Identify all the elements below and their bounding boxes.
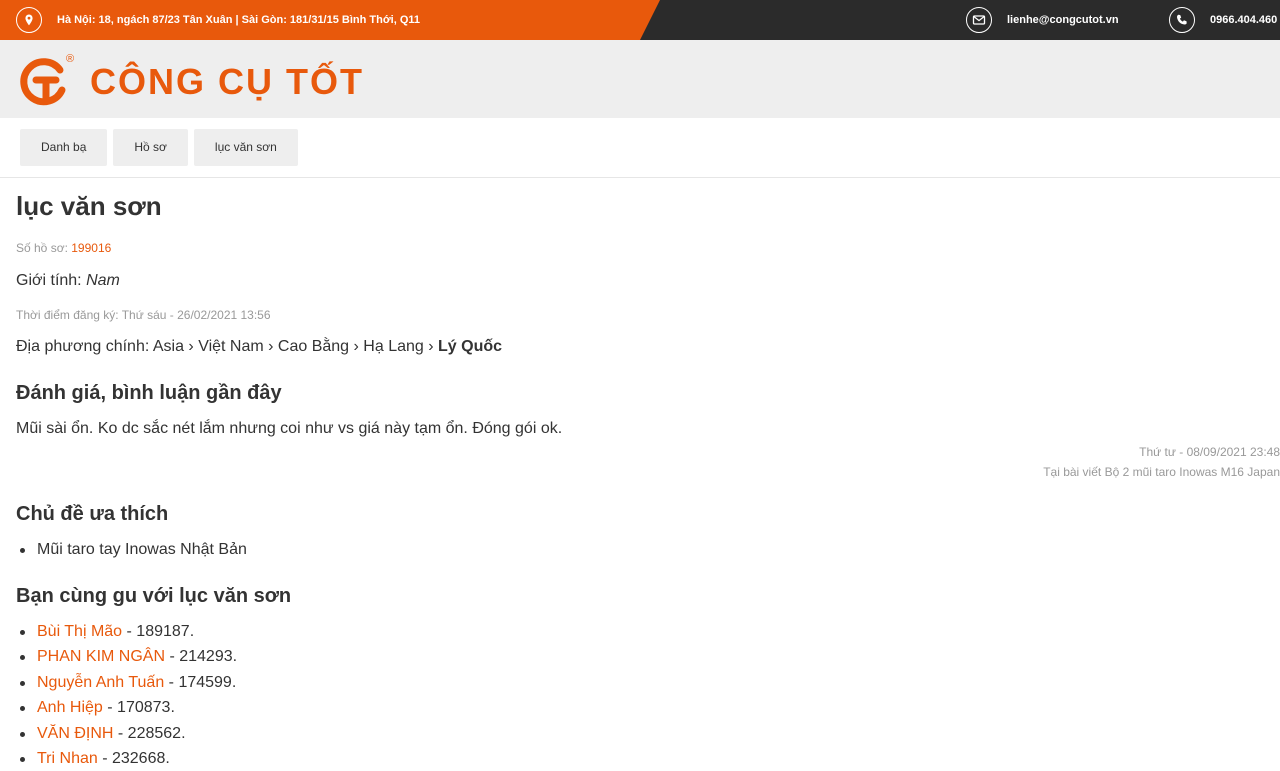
breadcrumb: Danh bạ Hồ sơ lục văn sơn <box>20 129 298 166</box>
registered-label: Thời điểm đăng ký: <box>16 308 119 322</box>
profile-id: Số hồ sơ: 199016 <box>16 241 111 255</box>
list-item: Nguyễn Anh Tuấn - 174599. <box>16 670 237 695</box>
friend-link[interactable]: PHAN KIM NGÂN <box>37 648 165 665</box>
friend-id: - 189187. <box>122 623 195 640</box>
location-icon <box>16 7 42 33</box>
gender-label: Giới tính: <box>16 272 82 289</box>
gender-value: Nam <box>86 272 120 289</box>
breadcrumb-ho-so[interactable]: Hồ sơ <box>113 129 188 166</box>
review-post-link[interactable]: Tại bài viết Bộ 2 mũi taro Inowas M16 Ja… <box>1043 465 1280 479</box>
breadcrumb-danh-ba[interactable]: Danh bạ <box>20 129 108 166</box>
location-label: Địa phương chính: <box>16 338 150 355</box>
friend-id: - 228562. <box>113 724 186 742</box>
friend-id: - 214293. <box>165 648 238 666</box>
list-item: Tri Nhan - 232668. <box>16 746 237 771</box>
email-link[interactable]: lienhe@congcutot.vn <box>1007 0 1119 40</box>
friend-link[interactable]: Tri Nhan <box>37 750 98 767</box>
location-path: Asia › Việt Nam › Cao Bằng › Hạ Lang › <box>152 338 434 355</box>
reviews-title: Đánh giá, bình luận gần đây <box>16 382 282 404</box>
gender: Giới tính: Nam <box>16 272 120 290</box>
friend-id: - 170873. <box>102 699 175 717</box>
location-last: Lý Quốc <box>438 338 503 355</box>
friend-id: - 232668. <box>97 749 170 767</box>
friend-link[interactable]: Anh Hiệp <box>37 699 103 716</box>
list-item: Mũi taro tay Inowas Nhật Bản <box>16 537 247 562</box>
brand-name[interactable]: CÔNG CỤ TỐT <box>90 62 364 102</box>
review-text: Mũi sài ổn. Ko dc sắc nét lắm nhưng coi … <box>16 420 563 437</box>
top-bar: Hà Nội: 18, ngách 87/23 Tân Xuân | Sài G… <box>0 0 1280 40</box>
favorites-title: Chủ đề ưa thích <box>16 503 169 525</box>
review-date: Thứ tư - 08/09/2021 23:48 <box>1139 445 1280 459</box>
page-title: lục văn sơn <box>16 191 162 221</box>
registered-mark: ® <box>66 53 74 65</box>
list-item: Anh Hiệp - 170873. <box>16 695 237 720</box>
main-location: Địa phương chính: Asia › Việt Nam › Cao … <box>16 338 502 356</box>
favorite-topic: Mũi taro tay Inowas Nhật Bản <box>37 541 247 558</box>
address-text: Hà Nội: 18, ngách 87/23 Tân Xuân | Sài G… <box>57 14 421 26</box>
profile-id-label: Số hồ sơ: <box>16 241 68 255</box>
profile-id-value: 199016 <box>71 241 112 255</box>
phone-icon[interactable] <box>1169 7 1195 33</box>
registered-value: Thứ sáu - 26/02/2021 13:56 <box>121 308 271 322</box>
list-item: VĂN ĐỊNH - 228562. <box>16 721 237 746</box>
favorites-list: Mũi taro tay Inowas Nhật Bản <box>16 537 247 562</box>
friend-link[interactable]: Nguyễn Anh Tuấn <box>37 674 164 691</box>
friend-link[interactable]: VĂN ĐỊNH <box>37 725 113 742</box>
list-item: Bùi Thị Mão - 189187. <box>16 619 237 644</box>
friends-title: Bạn cùng gu với lục văn sơn <box>16 585 292 607</box>
friend-id: - 174599. <box>164 673 237 691</box>
friend-link[interactable]: Bùi Thị Mão <box>37 623 122 640</box>
brand-logo-icon[interactable]: ® <box>16 50 76 110</box>
registered-time: Thời điểm đăng ký: Thứ sáu - 26/02/2021 … <box>16 308 271 322</box>
phone-link[interactable]: 0966.404.460 <box>1210 0 1277 40</box>
mail-icon[interactable] <box>966 7 992 33</box>
site-header: ® CÔNG CỤ TỐT <box>0 40 1280 118</box>
list-item: PHAN KIM NGÂN - 214293. <box>16 644 237 669</box>
header-divider <box>0 177 1280 178</box>
breadcrumb-current[interactable]: lục văn sơn <box>193 129 298 166</box>
friends-list: Bùi Thị Mão - 189187. PHAN KIM NGÂN - 21… <box>16 619 237 771</box>
